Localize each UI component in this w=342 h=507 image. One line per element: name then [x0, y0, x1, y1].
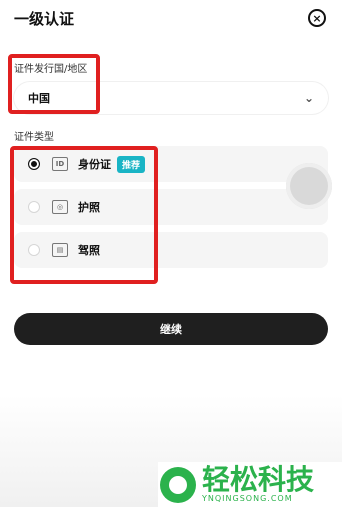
- id-type-label: 证件类型: [14, 132, 54, 143]
- annotation-box-id-type: [10, 146, 158, 284]
- watermark: 轻松科技 YNQINGSONG.COM: [158, 462, 342, 507]
- annotation-box-country: [8, 54, 100, 114]
- floating-assist-button[interactable]: [286, 163, 332, 209]
- chevron-down-icon: ⌄: [303, 91, 314, 105]
- continue-button[interactable]: 继续: [14, 313, 328, 345]
- watermark-brand: 轻松科技: [202, 463, 315, 496]
- watermark-logo-icon: [160, 466, 196, 503]
- close-icon[interactable]: ×: [308, 9, 326, 27]
- watermark-site: YNQINGSONG.COM: [202, 494, 293, 503]
- page-title: 一级认证: [14, 10, 75, 28]
